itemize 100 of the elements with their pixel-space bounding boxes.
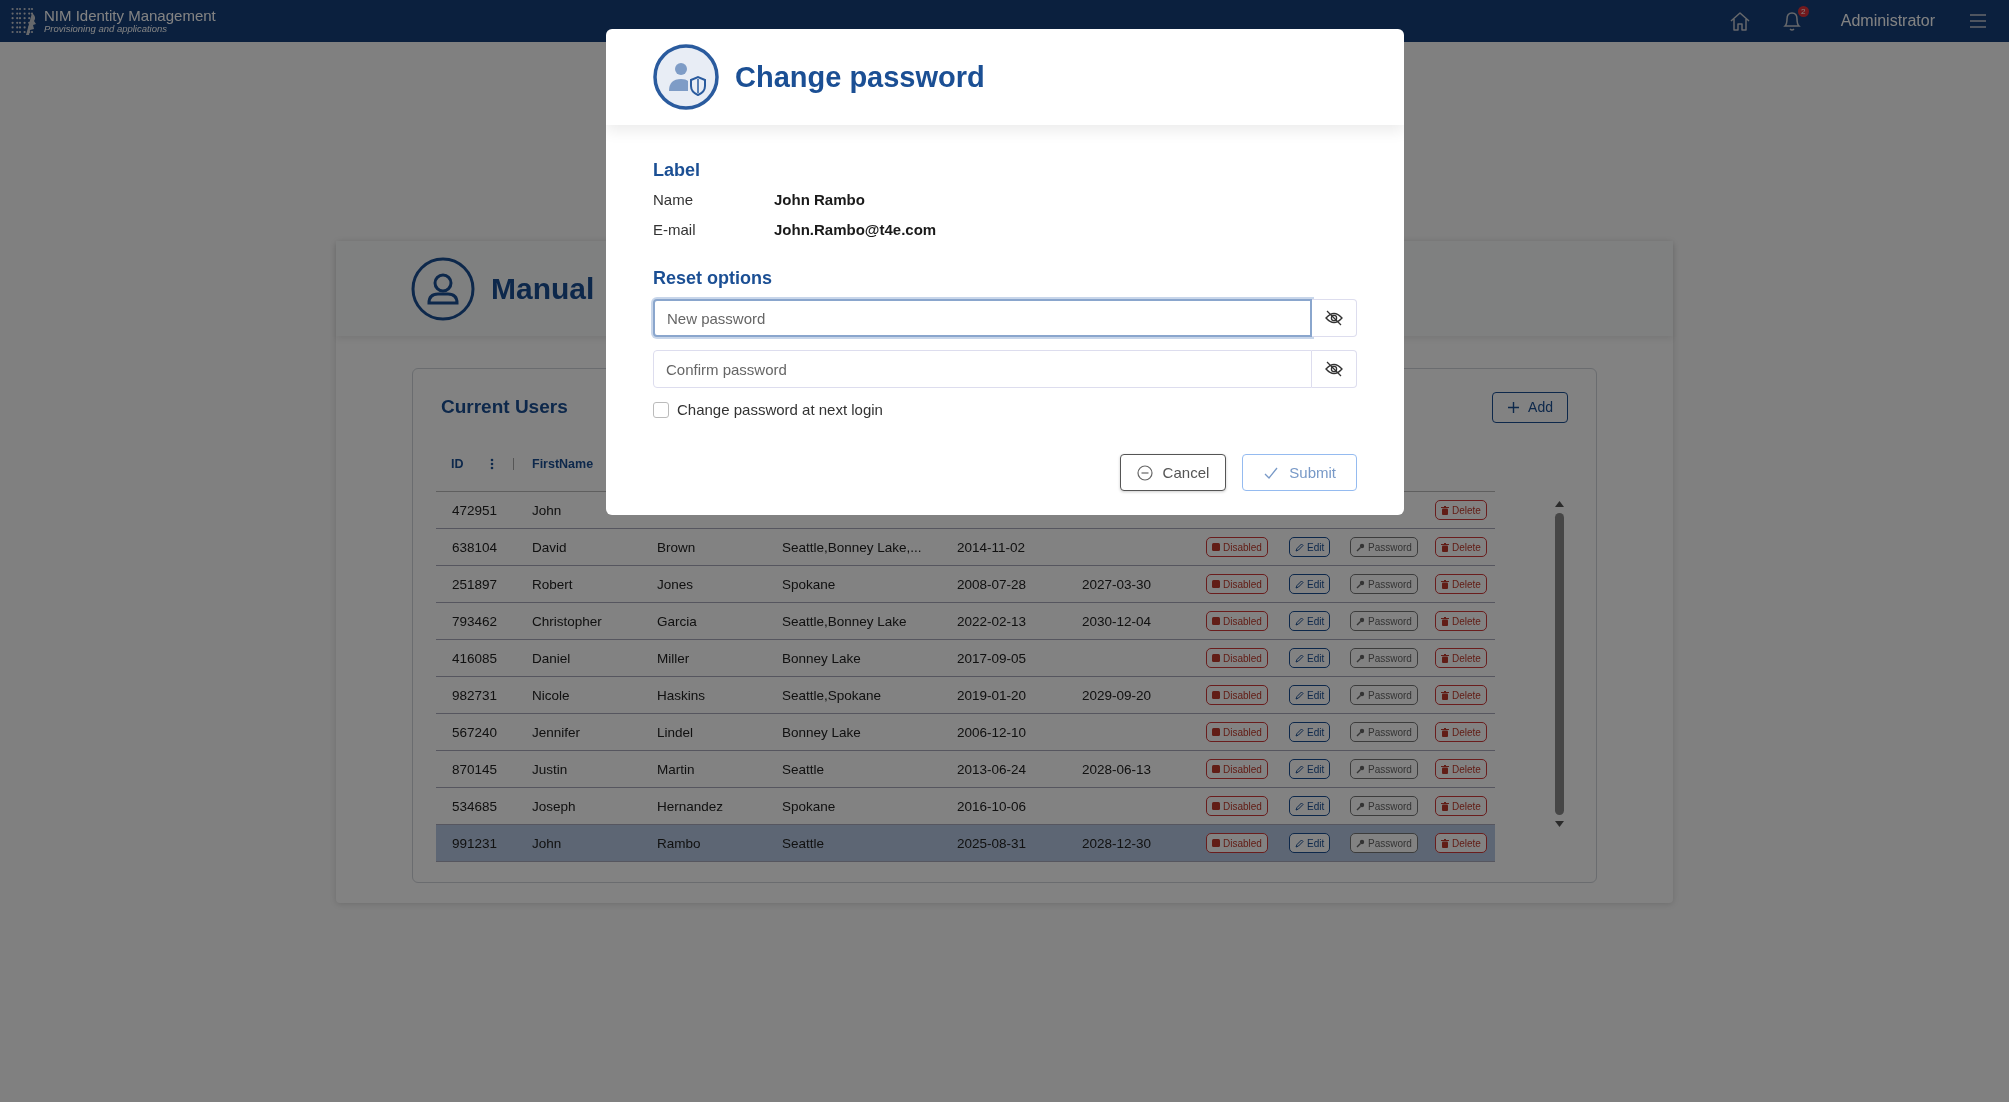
table-cell: Seattle,Bonney Lake	[782, 614, 907, 629]
delete-button[interactable]: Delete	[1435, 574, 1487, 594]
disable-button[interactable]: Disabled	[1206, 574, 1268, 594]
table-row[interactable]: 991231 John Rambo Seattle 2025-08-31 2028-12-30 Disabled Edit Password Delete	[436, 825, 1495, 862]
table-cell: John	[532, 836, 562, 851]
trash-icon	[1441, 690, 1449, 700]
password-button[interactable]: Password	[1350, 759, 1418, 779]
pencil-icon	[1295, 727, 1304, 737]
trash-icon	[1441, 801, 1449, 811]
password-button[interactable]: Password	[1350, 537, 1418, 557]
table-row[interactable]: 638104 David Brown Seattle,Bonney Lake,... 2014-11-02 Disabled Edit Password Delete	[436, 529, 1495, 566]
table-cell: David	[532, 540, 567, 555]
table-cell: 2022-02-13	[957, 614, 1027, 629]
key-icon	[1356, 616, 1365, 626]
table-cell: 534685	[452, 799, 498, 814]
edit-button[interactable]: Edit	[1289, 685, 1331, 705]
menu-icon[interactable]	[1969, 13, 1987, 29]
table-cell: Hernandez	[657, 799, 724, 814]
edit-button[interactable]: Edit	[1289, 611, 1331, 631]
table-cell: 870145	[452, 762, 498, 777]
column-menu-icon[interactable]	[490, 458, 494, 470]
disable-button[interactable]: Disabled	[1206, 833, 1268, 853]
delete-button[interactable]: Delete	[1435, 611, 1487, 631]
info-label: Name	[653, 191, 694, 208]
password-button[interactable]: Password	[1350, 833, 1418, 853]
table-cell: John	[532, 503, 562, 518]
table-cell: Jennifer	[532, 725, 581, 740]
column-header[interactable]: FirstName	[532, 457, 594, 471]
edit-button[interactable]: Edit	[1289, 722, 1331, 742]
password-button[interactable]: Password	[1350, 722, 1418, 742]
scroll-down-icon[interactable]	[1555, 821, 1564, 827]
password-button[interactable]: Password	[1350, 611, 1418, 631]
add-button[interactable]: Add	[1492, 391, 1568, 423]
password-button[interactable]: Password	[1350, 648, 1418, 668]
table-cell: 2030-12-04	[1082, 614, 1152, 629]
edit-button[interactable]: Edit	[1289, 574, 1331, 594]
disable-button[interactable]: Disabled	[1206, 685, 1268, 705]
password-field[interactable]: New password	[653, 299, 1312, 337]
user-name[interactable]: Administrator	[1840, 12, 1935, 30]
table-row[interactable]: 793462 Christopher Garcia Seattle,Bonney Lake 2022-02-13 2030-12-04 Disabled Edit Password Delete	[436, 603, 1495, 640]
pencil-icon	[1295, 801, 1304, 811]
delete-button[interactable]: Delete	[1435, 685, 1487, 705]
delete-button[interactable]: Delete	[1435, 759, 1487, 779]
table-cell: 472951	[452, 503, 498, 518]
scrollbar-thumb[interactable]	[1555, 513, 1564, 815]
table-cell: Lindel	[657, 725, 694, 740]
cancel-button[interactable]: Cancel	[1119, 454, 1227, 491]
table-row[interactable]: 870145 Justin Martin Seattle 2013-06-24 2028-06-13 Disabled Edit Password Delete	[436, 751, 1495, 788]
disable-button[interactable]: Disabled	[1206, 611, 1268, 631]
password-button[interactable]: Password	[1350, 796, 1418, 816]
delete-button[interactable]: Delete	[1435, 537, 1487, 557]
checkbox[interactable]	[653, 401, 669, 418]
table-cell: 2014-11-02	[957, 540, 1026, 555]
pencil-icon	[1295, 838, 1304, 848]
home-icon[interactable]	[1728, 10, 1751, 32]
delete-button[interactable]: Delete	[1435, 722, 1487, 742]
disable-button[interactable]: Disabled	[1206, 722, 1268, 742]
show-password-button[interactable]	[1312, 299, 1357, 337]
table-cell: Miller	[657, 651, 690, 666]
table-row[interactable]: 567240 Jennifer Lindel Bonney Lake 2006-12-10 Disabled Edit Password Delete	[436, 714, 1495, 751]
table-row[interactable]: 416085 Daniel Miller Bonney Lake 2017-09-05 Disabled Edit Password Delete	[436, 640, 1495, 677]
table-row[interactable]: 982731 Nicole Haskins Seattle,Spokane 2019-01-20 2029-09-20 Disabled Edit Password Delete	[436, 677, 1495, 714]
disable-button[interactable]: Disabled	[1206, 648, 1268, 668]
show-password-button[interactable]	[1312, 350, 1357, 388]
table-cell: 982731	[452, 688, 498, 703]
edit-button[interactable]: Edit	[1289, 537, 1331, 557]
password-button[interactable]: Password	[1350, 574, 1418, 594]
app-title: NIM Identity Management	[44, 7, 216, 25]
disable-button[interactable]: Disabled	[1206, 759, 1268, 779]
edit-button[interactable]: Edit	[1289, 759, 1331, 779]
column-header[interactable]: ID	[451, 457, 464, 471]
table-cell: Daniel	[532, 651, 571, 666]
page-title: Manual	[491, 271, 595, 306]
square-icon	[1212, 691, 1220, 699]
table-row[interactable]: 251897 Robert Jones Spokane 2008-07-28 2027-03-30 Disabled Edit Password Delete	[436, 566, 1495, 603]
delete-button[interactable]: Delete	[1435, 796, 1487, 816]
table-cell: 2019-01-20	[957, 688, 1027, 703]
trash-icon	[1441, 542, 1449, 552]
table-cell: Robert	[532, 577, 573, 592]
pencil-icon	[1295, 616, 1304, 626]
square-icon	[1212, 543, 1220, 551]
table-cell: 2029-09-20	[1082, 688, 1152, 703]
table-cell: 793462	[452, 614, 498, 629]
trash-icon	[1441, 653, 1449, 663]
table-cell: Brown	[657, 540, 696, 555]
eye-slash-icon	[1325, 361, 1343, 377]
edit-button[interactable]: Edit	[1289, 648, 1331, 668]
key-icon	[1356, 690, 1365, 700]
disable-button[interactable]: Disabled	[1206, 796, 1268, 816]
password-button[interactable]: Password	[1350, 685, 1418, 705]
disable-button[interactable]: Disabled	[1206, 537, 1268, 557]
edit-button[interactable]: Edit	[1289, 796, 1331, 816]
checkbox-label: Change password at next login	[677, 401, 883, 418]
edit-button[interactable]: Edit	[1289, 833, 1331, 853]
delete-button[interactable]: Delete	[1435, 500, 1487, 520]
section-heading: Label	[653, 160, 701, 181]
delete-button[interactable]: Delete	[1435, 648, 1487, 668]
scroll-up-icon[interactable]	[1555, 501, 1564, 507]
delete-button[interactable]: Delete	[1435, 833, 1487, 853]
trash-icon	[1441, 838, 1449, 848]
